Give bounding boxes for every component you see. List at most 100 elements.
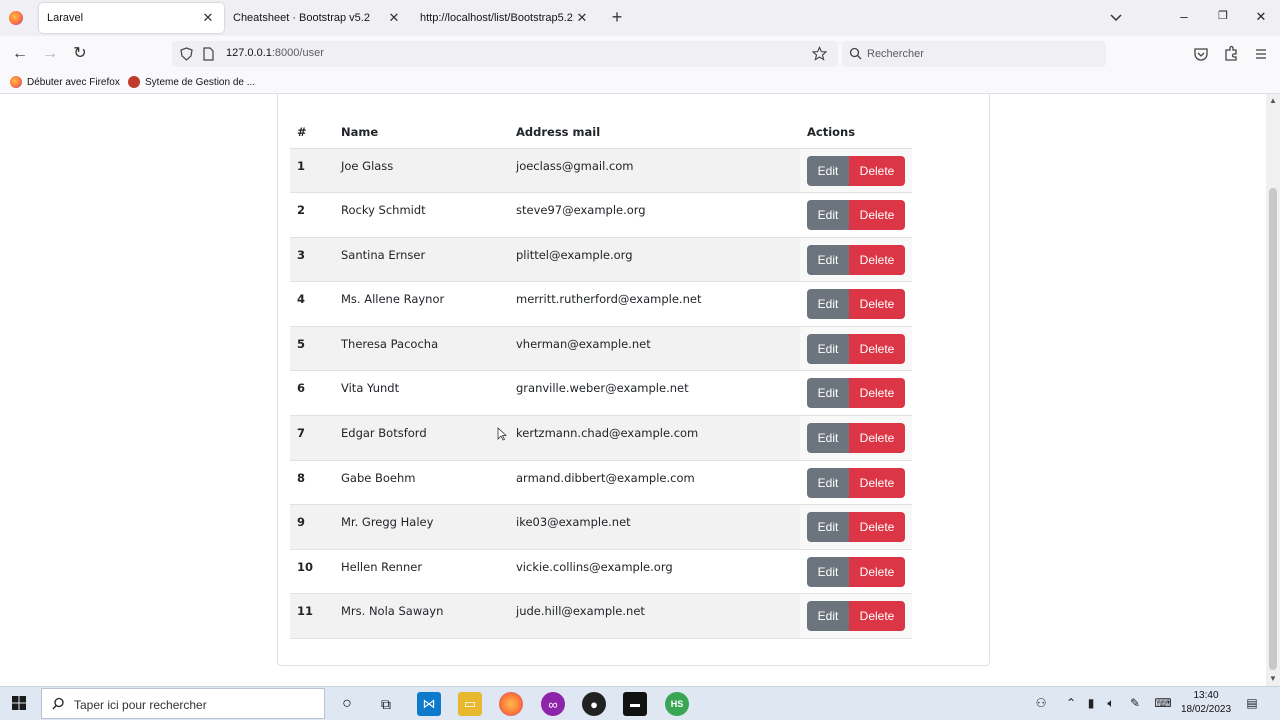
volume-icon[interactable]: 🔈︎ [1103, 696, 1119, 711]
reload-icon[interactable]: ↻ [70, 44, 90, 64]
edit-button[interactable]: Edit [807, 378, 849, 409]
chevron-down-icon[interactable] [1108, 9, 1124, 25]
close-icon[interactable]: ✕ [386, 10, 402, 26]
star-bookmark-icon[interactable] [812, 46, 827, 61]
table-row: 6 Vita Yundt granville.weber@example.net Ed… [290, 370, 912, 417]
vscode-icon[interactable]: ⋈ [417, 692, 441, 716]
delete-button[interactable]: Delete [849, 601, 905, 632]
windows-start-icon[interactable] [12, 696, 26, 710]
row-name: Mr. Gregg Haley [334, 504, 509, 550]
delete-button[interactable]: Delete [849, 423, 905, 454]
tab-bootstrap-cheatsheet[interactable]: Cheatsheet · Bootstrap v5.2 ✕ [225, 3, 410, 33]
scroll-down-arrow-icon[interactable]: ▼ [1267, 673, 1279, 685]
terminal-icon[interactable]: ▬ [623, 692, 647, 716]
search-icon [52, 697, 64, 710]
bookmark-debuter-firefox[interactable]: Débuter avec Firefox [10, 76, 120, 88]
edit-button[interactable]: Edit [807, 200, 849, 231]
delete-button[interactable]: Delete [849, 289, 905, 320]
row-id: 1 [290, 148, 334, 194]
firefox-taskbar-icon[interactable] [499, 692, 523, 716]
scrollbar-thumb[interactable] [1269, 188, 1277, 670]
delete-button[interactable]: Delete [849, 378, 905, 409]
back-arrow-icon[interactable]: ← [10, 44, 30, 64]
people-icon[interactable]: ⚇ [1033, 696, 1049, 710]
row-email: ike03@example.net [509, 504, 800, 550]
extensions-icon[interactable] [1221, 44, 1241, 64]
bookmark-label: Syteme de Gestion de ... [145, 76, 256, 88]
scroll-up-arrow-icon[interactable]: ▲ [1267, 95, 1279, 107]
row-id: 6 [290, 370, 334, 417]
chevron-up-icon[interactable]: ⌃ [1063, 696, 1079, 710]
pocket-icon[interactable] [1191, 44, 1211, 64]
minimize-icon[interactable]: – [1174, 9, 1194, 24]
header-actions: Actions [800, 116, 912, 149]
shield-icon[interactable] [180, 47, 193, 61]
delete-button[interactable]: Delete [849, 155, 905, 186]
delete-button[interactable]: Delete [849, 512, 905, 543]
row-id: 4 [290, 281, 334, 327]
delete-button[interactable]: Delete [849, 333, 905, 364]
edit-button[interactable]: Edit [807, 556, 849, 587]
edit-button[interactable]: Edit [807, 333, 849, 364]
vertical-scrollbar[interactable]: ▲ ▼ [1266, 94, 1280, 686]
file-explorer-icon[interactable]: ▭ [458, 692, 482, 716]
forward-arrow-icon[interactable]: → [40, 44, 60, 64]
task-view-icon[interactable]: ⧉ [374, 692, 398, 716]
row-email: armand.dibbert@example.com [509, 460, 800, 506]
url-text: 127.0.0.1:8000/user [226, 47, 324, 59]
row-email: joeclass@gmail.com [509, 148, 800, 194]
edit-button[interactable]: Edit [807, 601, 849, 632]
delete-button[interactable]: Delete [849, 556, 905, 587]
clock-time: 13:40 [1193, 690, 1219, 701]
bookmark-gestion[interactable]: Syteme de Gestion de ... [128, 76, 255, 88]
app-dark-circle-icon[interactable]: ● [582, 692, 606, 716]
address-bar[interactable]: 127.0.0.1:8000/user [172, 41, 838, 67]
hs-app-icon[interactable]: HS [665, 692, 689, 716]
delete-button[interactable]: Delete [849, 467, 905, 498]
table-row: 8 Gabe Boehm armand.dibbert@example.com Edi… [290, 460, 912, 506]
bookmark-site-icon [128, 76, 140, 88]
edit-button[interactable]: Edit [807, 289, 849, 320]
row-email: vherman@example.net [509, 326, 800, 372]
edit-button[interactable]: Edit [807, 244, 849, 275]
battery-icon[interactable]: ▮ [1083, 696, 1099, 710]
cortana-icon[interactable]: ○ [335, 692, 359, 716]
table-header-row: # Name Address mail Actions [290, 116, 912, 149]
row-actions: Edit Delete [800, 549, 912, 595]
firefox-icon[interactable] [0, 0, 32, 36]
edit-button[interactable]: Edit [807, 512, 849, 543]
header-id: # [290, 116, 334, 149]
close-icon[interactable]: ✕ [574, 10, 590, 26]
new-tab-plus-icon[interactable]: + [607, 7, 627, 28]
pen-icon[interactable]: ✎ [1127, 696, 1143, 710]
search-bar[interactable]: Rechercher [842, 41, 1106, 67]
row-name: Gabe Boehm [334, 460, 509, 506]
keyboard-icon[interactable]: ⌨ [1153, 696, 1173, 710]
app-infinity-icon[interactable]: ∞ [541, 692, 565, 716]
row-name: Joe Glass [334, 148, 509, 194]
tab-laravel[interactable]: Laravel ✕ [39, 3, 224, 33]
users-table-body: 1 Joe Glass joeclass@gmail.com Edit Delete 2 R… [290, 148, 912, 640]
delete-button[interactable]: Delete [849, 244, 905, 275]
row-id: 3 [290, 237, 334, 283]
page-icon [203, 47, 214, 61]
tab-label: Laravel [47, 12, 84, 24]
close-window-icon[interactable]: ✕ [1251, 9, 1271, 25]
row-actions: Edit Delete [800, 281, 912, 327]
table-row: 9 Mr. Gregg Haley ike03@example.net Edit Del… [290, 504, 912, 550]
delete-button[interactable]: Delete [849, 200, 905, 231]
notifications-icon[interactable]: ▤ [1244, 696, 1260, 710]
edit-button[interactable]: Edit [807, 467, 849, 498]
bookmark-label: Débuter avec Firefox [27, 76, 120, 88]
tab-localhost-list[interactable]: http://localhost/list/Bootstrap5.2.2/ ✕ [412, 3, 598, 33]
taskbar-search-box[interactable]: Taper ici pour rechercher [41, 688, 325, 719]
restore-icon[interactable]: ❐ [1213, 9, 1233, 22]
edit-button[interactable]: Edit [807, 155, 849, 186]
row-actions: Edit Delete [800, 370, 912, 417]
row-name: Theresa Pacocha [334, 326, 509, 372]
row-name: Edgar Botsford [334, 415, 509, 461]
close-icon[interactable]: ✕ [200, 10, 216, 26]
edit-button[interactable]: Edit [807, 423, 849, 454]
menu-icon[interactable] [1251, 44, 1271, 64]
taskbar-clock[interactable]: 13:40 18/02/2023 [1172, 689, 1240, 717]
